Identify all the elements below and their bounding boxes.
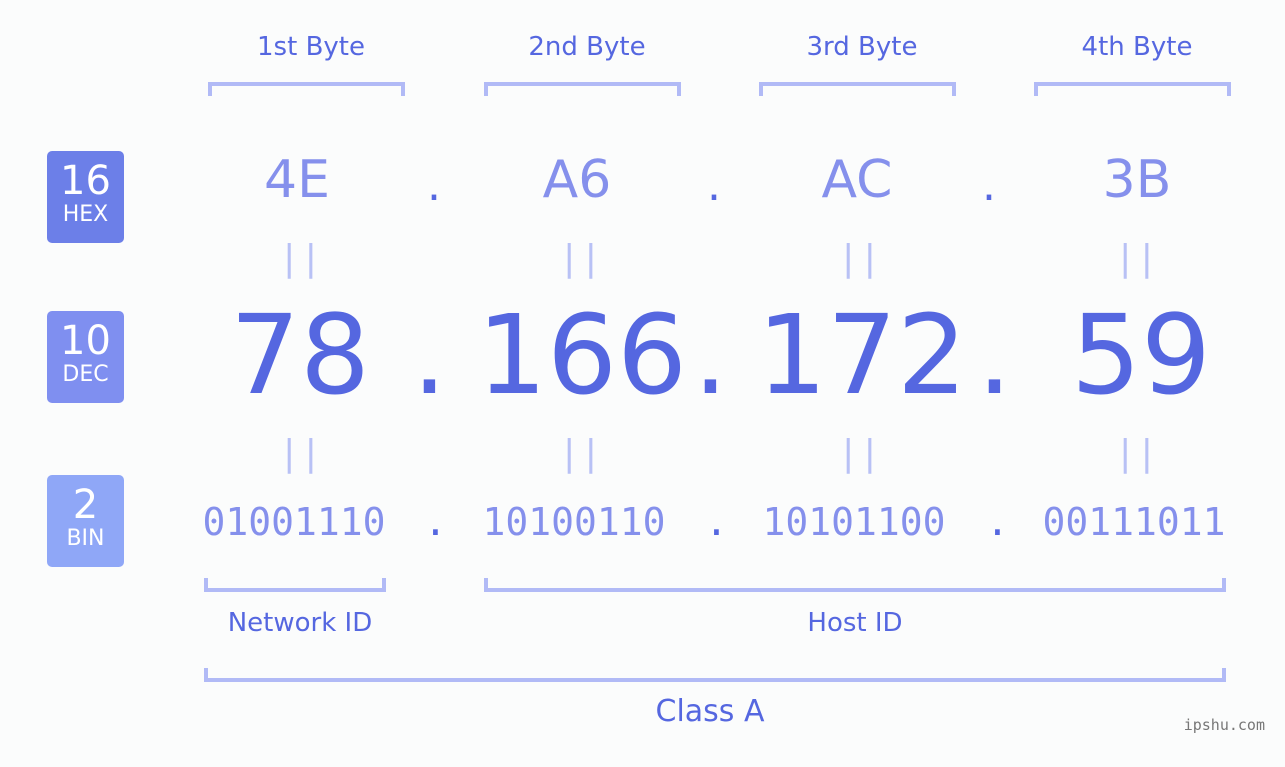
dec-value-1: 78 [230, 291, 370, 419]
watermark: ipshu.com [1183, 716, 1265, 734]
equals-dec-bin-1: || [278, 433, 322, 474]
hex-base: 16 [60, 158, 111, 204]
hex-value-3: AC [821, 150, 893, 210]
network-id-label: Network ID [227, 608, 373, 638]
host-id-label: Host ID [807, 608, 903, 638]
bin-base: 2 [72, 482, 99, 528]
byte-label-1: 1st Byte [257, 32, 365, 62]
byte-bracket-2 [484, 82, 681, 96]
dec-label: DEC [62, 362, 109, 387]
equals-hex-dec-1: || [278, 238, 322, 279]
byte-label-4: 4th Byte [1081, 32, 1193, 62]
class-label: Class A [655, 694, 765, 729]
bin-value-1: 01001110 [202, 500, 386, 544]
dec-value-4: 59 [1071, 291, 1211, 419]
equals-hex-dec-3: || [837, 238, 881, 279]
byte-bracket-1 [208, 82, 405, 96]
class-bracket [204, 668, 1226, 682]
bin-badge: 2 BIN [47, 475, 124, 567]
dec-value-2: 166 [477, 291, 687, 419]
byte-bracket-4 [1034, 82, 1231, 96]
dec-value-3: 172 [757, 291, 967, 419]
hex-dot-1: . [427, 160, 441, 211]
hex-value-4: 3B [1102, 150, 1172, 210]
hex-value-2: A6 [542, 150, 612, 210]
hex-dot-3: . [982, 160, 996, 211]
bin-value-3: 10101100 [762, 500, 946, 544]
dec-badge: 10 DEC [47, 311, 124, 403]
dec-base: 10 [60, 318, 111, 364]
equals-dec-bin-3: || [837, 433, 881, 474]
hex-value-1: 4E [264, 150, 330, 210]
equals-dec-bin-4: || [1114, 433, 1158, 474]
bin-dot-2: . [705, 500, 728, 544]
byte-bracket-3 [759, 82, 956, 96]
bin-value-2: 10100110 [482, 500, 666, 544]
dec-dot-1: . [412, 291, 447, 419]
bin-dot-1: . [424, 500, 447, 544]
bin-dot-3: . [986, 500, 1009, 544]
equals-hex-dec-4: || [1114, 238, 1158, 279]
bin-label: BIN [66, 526, 105, 551]
byte-label-3: 3rd Byte [806, 32, 918, 62]
byte-label-2: 2nd Byte [528, 32, 646, 62]
host-id-bracket [484, 578, 1226, 592]
dec-dot-2: . [693, 291, 728, 419]
network-id-bracket [204, 578, 386, 592]
hex-label: HEX [62, 202, 109, 227]
bin-value-4: 00111011 [1042, 500, 1226, 544]
equals-hex-dec-2: || [558, 238, 602, 279]
equals-dec-bin-2: || [558, 433, 602, 474]
dec-dot-3: . [977, 291, 1012, 419]
hex-dot-2: . [707, 160, 721, 211]
hex-badge: 16 HEX [47, 151, 124, 243]
